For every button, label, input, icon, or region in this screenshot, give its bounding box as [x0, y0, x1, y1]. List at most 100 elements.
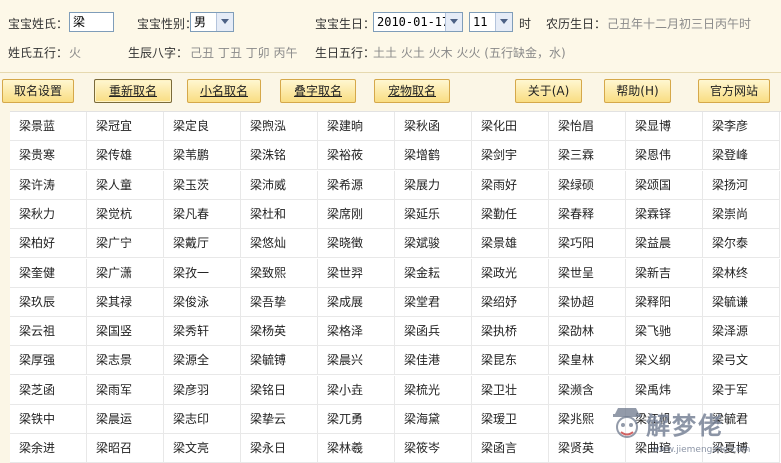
naming-settings-button[interactable]: 取名设置 [2, 79, 74, 103]
name-cell[interactable]: 梁梳光 [395, 376, 472, 405]
name-cell[interactable]: 梁弓文 [703, 346, 780, 375]
name-cell[interactable]: 梁毓镈 [241, 346, 318, 375]
name-cell[interactable]: 梁执桥 [472, 317, 549, 346]
name-cell[interactable]: 梁兆熙 [549, 405, 626, 434]
name-cell[interactable]: 梁世呈 [549, 259, 626, 288]
name-cell[interactable]: 梁云祖 [10, 317, 87, 346]
name-cell[interactable]: 梁尔泰 [703, 229, 780, 258]
name-cell[interactable]: 梁恩伟 [626, 141, 703, 170]
name-cell[interactable]: 梁俊泳 [164, 288, 241, 317]
name-cell[interactable]: 梁泽源 [703, 317, 780, 346]
name-cell[interactable]: 梁席刚 [318, 200, 395, 229]
pet-name-button[interactable]: 宠物取名 [374, 79, 450, 103]
name-cell[interactable]: 梁景蓝 [10, 112, 87, 141]
hour-select[interactable]: 11 [469, 12, 513, 32]
official-site-button[interactable]: 官方网站 [698, 79, 770, 103]
name-cell[interactable]: 梁崇尚 [703, 200, 780, 229]
name-cell[interactable]: 梁皇林 [549, 346, 626, 375]
name-cell[interactable]: 梁冠宜 [87, 112, 164, 141]
gender-select[interactable]: 男 [190, 12, 234, 32]
name-cell[interactable]: 梁秀轩 [164, 317, 241, 346]
name-cell[interactable]: 梁希源 [318, 171, 395, 200]
name-cell[interactable]: 梁释阳 [626, 288, 703, 317]
name-cell[interactable]: 梁玉茨 [164, 171, 241, 200]
name-cell[interactable]: 梁小垚 [318, 376, 395, 405]
name-cell[interactable]: 梁挚云 [241, 405, 318, 434]
name-cell[interactable]: 梁昆东 [472, 346, 549, 375]
name-cell[interactable]: 梁建晌 [318, 112, 395, 141]
name-cell[interactable]: 梁铭日 [241, 376, 318, 405]
name-cell[interactable]: 梁余进 [10, 434, 87, 463]
name-cell[interactable]: 梁飞驰 [626, 317, 703, 346]
name-cell[interactable]: 梁金耘 [395, 259, 472, 288]
name-cell[interactable]: 梁扬河 [703, 171, 780, 200]
name-cell[interactable]: 梁晨运 [87, 405, 164, 434]
name-cell[interactable]: 梁瑷卫 [472, 405, 549, 434]
name-cell[interactable]: 梁显博 [626, 112, 703, 141]
name-cell[interactable]: 梁协超 [549, 288, 626, 317]
name-cell[interactable]: 梁吾挚 [241, 288, 318, 317]
name-cell[interactable]: 梁于军 [703, 376, 780, 405]
reduplicated-name-button[interactable]: 叠字取名 [280, 79, 356, 103]
name-cell[interactable]: 梁玖辰 [10, 288, 87, 317]
name-cell[interactable]: 梁禹炜 [626, 376, 703, 405]
name-cell[interactable]: 梁春释 [549, 200, 626, 229]
name-cell[interactable]: 梁李彦 [703, 112, 780, 141]
name-cell[interactable]: 梁广潇 [87, 259, 164, 288]
name-cell[interactable]: 梁传雄 [87, 141, 164, 170]
name-cell[interactable]: 梁世羿 [318, 259, 395, 288]
birthday-picker[interactable]: 2010-01-17 [373, 12, 463, 32]
name-cell[interactable]: 梁绿硕 [549, 171, 626, 200]
name-cell[interactable]: 梁永日 [241, 434, 318, 463]
name-cell[interactable]: 梁裕莜 [318, 141, 395, 170]
name-cell[interactable]: 梁函言 [472, 434, 549, 463]
name-cell[interactable]: 梁霖铎 [626, 200, 703, 229]
name-cell[interactable]: 梁志印 [164, 405, 241, 434]
name-cell[interactable]: 梁濒含 [549, 376, 626, 405]
name-cell[interactable]: 梁昭召 [87, 434, 164, 463]
name-cell[interactable]: 梁勤任 [472, 200, 549, 229]
name-cell[interactable]: 梁广宁 [87, 229, 164, 258]
name-cell[interactable]: 梁文亮 [164, 434, 241, 463]
name-cell[interactable]: 梁佳港 [395, 346, 472, 375]
name-cell[interactable]: 梁毓谦 [703, 288, 780, 317]
name-cell[interactable]: 梁国竖 [87, 317, 164, 346]
name-cell[interactable]: 梁兀勇 [318, 405, 395, 434]
name-cell[interactable]: 梁沛威 [241, 171, 318, 200]
name-cell[interactable]: 梁林终 [703, 259, 780, 288]
name-cell[interactable]: 梁展力 [395, 171, 472, 200]
name-cell[interactable]: 梁雨好 [472, 171, 549, 200]
name-cell[interactable]: 梁海黛 [395, 405, 472, 434]
name-cell[interactable]: 梁格泽 [318, 317, 395, 346]
name-cell[interactable]: 梁义纲 [626, 346, 703, 375]
name-cell[interactable]: 梁贤英 [549, 434, 626, 463]
name-cell[interactable]: 梁雨军 [87, 376, 164, 405]
name-cell[interactable]: 梁洙铭 [241, 141, 318, 170]
name-cell[interactable]: 梁柏好 [10, 229, 87, 258]
name-cell[interactable]: 梁堂君 [395, 288, 472, 317]
name-cell[interactable]: 梁林羲 [318, 434, 395, 463]
name-cell[interactable]: 梁延乐 [395, 200, 472, 229]
name-cell[interactable]: 梁曲瑄 [626, 434, 703, 463]
name-cell[interactable]: 梁益晨 [626, 229, 703, 258]
name-cell[interactable]: 梁剑宇 [472, 141, 549, 170]
name-cell[interactable]: 梁斌骏 [395, 229, 472, 258]
name-cell[interactable]: 梁贵寒 [10, 141, 87, 170]
name-cell[interactable]: 梁景雄 [472, 229, 549, 258]
name-cell[interactable]: 梁杨英 [241, 317, 318, 346]
name-cell[interactable]: 梁化田 [472, 112, 549, 141]
name-cell[interactable]: 梁成展 [318, 288, 395, 317]
name-cell[interactable]: 梁觉杭 [87, 200, 164, 229]
name-cell[interactable]: 梁夏博 [703, 434, 780, 463]
name-cell[interactable]: 梁登峰 [703, 141, 780, 170]
name-cell[interactable]: 梁秋力 [10, 200, 87, 229]
help-button[interactable]: 帮助(H) [604, 79, 671, 103]
name-cell[interactable]: 梁人童 [87, 171, 164, 200]
name-cell[interactable]: 梁定良 [164, 112, 241, 141]
name-cell[interactable]: 梁许涛 [10, 171, 87, 200]
name-cell[interactable]: 梁怡眉 [549, 112, 626, 141]
name-cell[interactable]: 梁孜一 [164, 259, 241, 288]
rename-button[interactable]: 重新取名 [94, 79, 172, 103]
name-cell[interactable]: 梁政光 [472, 259, 549, 288]
name-cell[interactable]: 梁彦羽 [164, 376, 241, 405]
